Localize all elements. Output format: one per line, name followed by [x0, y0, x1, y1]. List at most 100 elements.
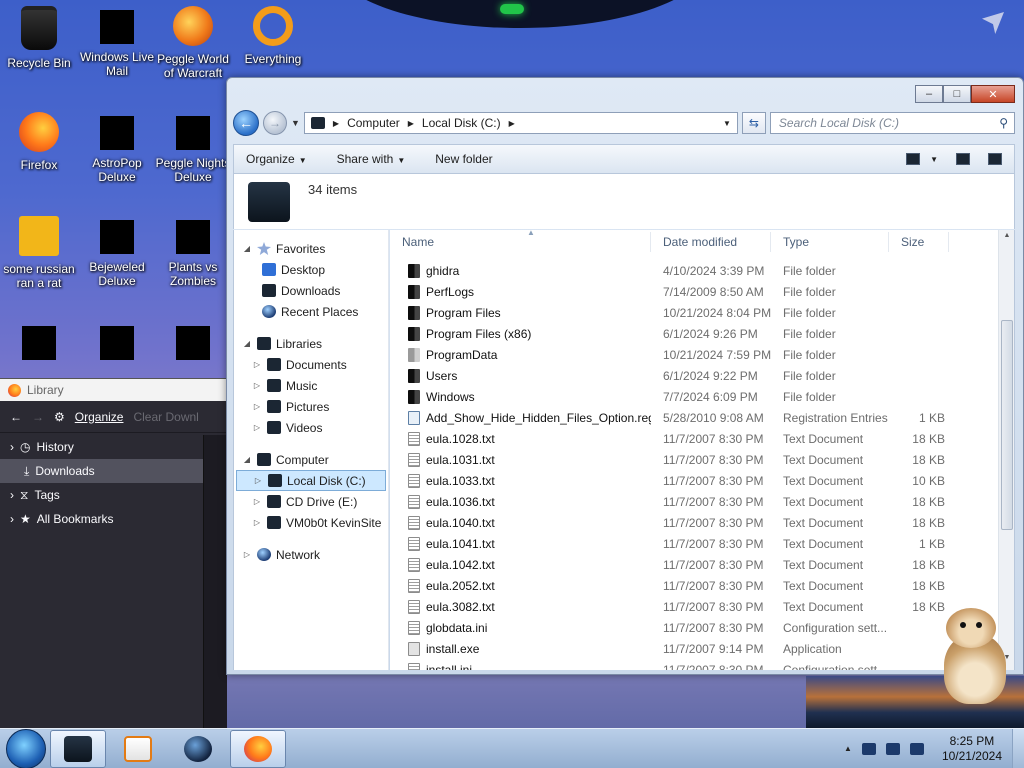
nav-favorites[interactable]: ◢ Favorites [234, 238, 388, 259]
file-row[interactable]: eula.1041.txt 11/7/2007 8:30 PM Text Docum… [390, 533, 998, 554]
close-button[interactable]: ✕ [971, 85, 1015, 103]
minimize-button[interactable]: – [915, 85, 943, 103]
desktop-icon-recycle-bin[interactable]: Recycle Bin [0, 6, 78, 70]
tray-app-icon[interactable] [861, 742, 876, 755]
organize-button[interactable]: Organize [75, 410, 124, 424]
address-dropdown-icon[interactable]: ▼ [723, 119, 731, 128]
network-status-icon[interactable] [885, 742, 900, 755]
file-row[interactable]: install.exe 11/7/2007 9:14 PM Application [390, 638, 998, 659]
scrollbar-thumb[interactable] [1001, 320, 1013, 530]
library-item-tags[interactable]: › ⧖ Tags [0, 483, 203, 507]
file-row[interactable]: Windows 7/7/2024 6:09 PM File folder [390, 386, 998, 407]
desktop-icon-row4-1[interactable] [0, 322, 78, 366]
breadcrumb-arrow-icon[interactable]: ▶ [408, 119, 414, 128]
file-row[interactable]: Users 6/1/2024 9:22 PM File folder [390, 365, 998, 386]
application-icon [408, 641, 420, 656]
desktop-icon-row4-3[interactable] [154, 322, 232, 366]
column-type[interactable]: Type [771, 232, 889, 252]
show-desktop-button[interactable] [1012, 728, 1024, 768]
nav-videos[interactable]: ▷ Videos [234, 417, 388, 438]
recent-pages-dropdown[interactable]: ▼ [291, 118, 300, 128]
nav-music[interactable]: ▷ Music [234, 375, 388, 396]
new-folder-button[interactable]: New folder [435, 152, 492, 166]
vertical-scrollbar[interactable]: ▲ ▼ [998, 230, 1014, 670]
organize-button[interactable]: Organize ▼ [246, 152, 307, 166]
nav-desktop[interactable]: Desktop [234, 259, 388, 280]
file-row[interactable]: eula.1040.txt 11/7/2007 8:30 PM Text Docum… [390, 512, 998, 533]
volume-icon[interactable] [909, 742, 924, 755]
system-tray: ▲ 8:25 PM 10/21/2024 [844, 734, 1012, 764]
nav-pictures[interactable]: ▷ Pictures [234, 396, 388, 417]
show-hidden-icons-button[interactable]: ▲ [844, 744, 852, 753]
forward-button[interactable]: → [263, 111, 287, 135]
taskbar-media-player[interactable] [110, 730, 166, 768]
file-row[interactable]: PerfLogs 7/14/2009 8:50 AM File folder [390, 281, 998, 302]
breadcrumb-arrow-icon[interactable]: ▶ [333, 119, 339, 128]
file-row[interactable]: Add_Show_Hide_Hidden_Files_Option.reg 5/2… [390, 407, 998, 428]
address-bar[interactable]: ▶ Computer ▶ Local Disk (C:) ▶ ▼ [303, 112, 738, 134]
nav-cd-drive[interactable]: ▷ CD Drive (E:) [234, 491, 388, 512]
file-type: Text Document [783, 452, 864, 467]
preview-pane-icon[interactable] [956, 153, 970, 165]
start-button[interactable] [6, 728, 46, 768]
desktop-icon-bejeweled[interactable]: Bejeweled Deluxe [78, 216, 156, 288]
desktop-icon-firefox[interactable]: Firefox [0, 112, 78, 172]
refresh-button[interactable]: ⇆ [741, 112, 766, 134]
nav-recent-places[interactable]: Recent Places [234, 301, 388, 322]
nav-downloads[interactable]: Downloads [234, 280, 388, 301]
nav-network[interactable]: ▷ Network [234, 544, 388, 565]
nav-documents[interactable]: ▷ Documents [234, 354, 388, 375]
back-arrow-icon[interactable]: ← [10, 410, 22, 424]
file-row[interactable]: ProgramData 10/21/2024 7:59 PM File folder [390, 344, 998, 365]
column-size[interactable]: Size [889, 232, 949, 252]
file-row[interactable]: eula.1031.txt 11/7/2007 8:30 PM Text Docum… [390, 449, 998, 470]
desktop-icon-peggle-nights[interactable]: Peggle Nights Deluxe [154, 112, 232, 184]
file-size: 18 KB [912, 557, 945, 572]
maximize-button[interactable]: □ [943, 85, 971, 103]
desktop-icon-astropop[interactable]: AstroPop Deluxe [78, 112, 156, 184]
file-row[interactable]: globdata.ini 11/7/2007 8:30 PM Configurati… [390, 617, 998, 638]
file-row[interactable]: eula.1033.txt 11/7/2007 8:30 PM Text Docum… [390, 470, 998, 491]
desktop-icon-russian-rat[interactable]: some russian ran a rat [0, 216, 78, 290]
nav-local-disk[interactable]: ▷ Local Disk (C:) [236, 470, 386, 491]
nav-libraries[interactable]: ◢ Libraries [234, 333, 388, 354]
library-item-history[interactable]: › ◷ History [0, 435, 203, 459]
file-row[interactable]: eula.1028.txt 11/7/2007 8:30 PM Text Docum… [390, 428, 998, 449]
forward-arrow-icon[interactable]: → [32, 410, 44, 424]
desktop-icon-row4-2[interactable] [78, 322, 156, 366]
clock[interactable]: 8:25 PM 10/21/2024 [942, 734, 1002, 764]
file-row[interactable]: eula.1036.txt 11/7/2007 8:30 PM Text Docum… [390, 491, 998, 512]
column-name[interactable]: Name [390, 232, 651, 252]
file-row[interactable]: eula.2052.txt 11/7/2007 8:30 PM Text Docum… [390, 575, 998, 596]
clear-downloads-button[interactable]: Clear Downl [133, 410, 198, 424]
breadcrumb-computer[interactable]: Computer [347, 116, 400, 130]
nav-network-share[interactable]: ▷ VM0b0t KevinSite [234, 512, 388, 533]
scroll-up-icon[interactable]: ▲ [999, 232, 1014, 246]
column-date-modified[interactable]: Date modified [651, 232, 771, 252]
share-with-button[interactable]: Share with ▼ [337, 152, 406, 166]
file-row[interactable]: install.ini 11/7/2007 8:30 PM Configuratio… [390, 659, 998, 670]
breadcrumb-arrow-icon[interactable]: ▶ [509, 119, 515, 128]
library-item-downloads[interactable]: ⤓ Downloads [0, 459, 203, 483]
file-row[interactable]: ghidra 4/10/2024 3:39 PM File folder [390, 260, 998, 281]
desktop-icon-windows-live-mail[interactable]: Windows Live Mail [78, 6, 156, 78]
nav-computer[interactable]: ◢ Computer [234, 449, 388, 470]
change-view-button[interactable]: ▼ [906, 153, 938, 165]
breadcrumb-local-disk[interactable]: Local Disk (C:) [422, 116, 501, 130]
help-icon[interactable] [988, 153, 1002, 165]
taskbar-globe-app[interactable] [170, 730, 226, 768]
search-input[interactable]: Search Local Disk (C:) ⚲ [769, 112, 1015, 134]
file-type: Registration Entries [783, 410, 888, 425]
peggle-icon [173, 6, 213, 46]
back-button[interactable]: ← [233, 110, 259, 136]
file-row[interactable]: eula.3082.txt 11/7/2007 8:30 PM Text Docum… [390, 596, 998, 617]
file-row[interactable]: eula.1042.txt 11/7/2007 8:30 PM Text Docum… [390, 554, 998, 575]
taskbar-explorer[interactable] [50, 729, 106, 768]
file-row[interactable]: Program Files (x86) 6/1/2024 9:26 PM File … [390, 323, 998, 344]
library-item-all-bookmarks[interactable]: › ★ All Bookmarks [0, 507, 203, 531]
desktop-icon-peggle-wow[interactable]: Peggle World of Warcraft [154, 6, 232, 80]
desktop-icon-plants-vs-zombies[interactable]: Plants vs Zombies [154, 216, 232, 288]
file-row[interactable]: Program Files 10/21/2024 8:04 PM File fold… [390, 302, 998, 323]
desktop-icon-everything[interactable]: Everything [234, 6, 312, 66]
taskbar-firefox[interactable] [230, 729, 286, 768]
